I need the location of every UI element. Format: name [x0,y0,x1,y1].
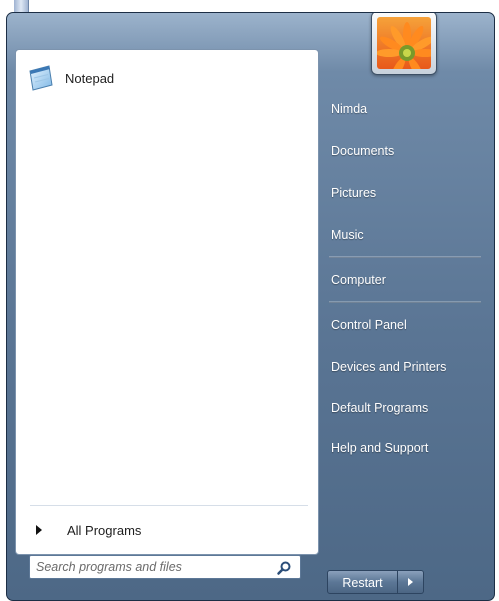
start-menu: Notepad All Programs Search programs and… [6,12,495,601]
programs-panel: Notepad All Programs [15,49,319,555]
notepad-icon [29,65,53,91]
places-panel: Nimda Documents Pictures Music Computer … [321,13,491,600]
pictures-link[interactable]: Pictures [329,179,481,207]
search-input[interactable] [36,558,264,576]
program-item-notepad[interactable]: Notepad [25,59,311,97]
places-divider [329,256,481,258]
all-programs-button[interactable]: All Programs [32,516,302,544]
shutdown-options-button[interactable] [398,570,424,594]
default-programs-link[interactable]: Default Programs [329,394,481,422]
search-icon[interactable] [276,560,292,576]
right-arrow-icon [36,525,42,535]
all-programs-divider [30,505,308,506]
help-and-support-link[interactable]: Help and Support [329,434,481,462]
places-divider [329,301,481,303]
all-programs-label: All Programs [67,522,142,538]
computer-link[interactable]: Computer [329,266,481,294]
music-link[interactable]: Music [329,221,481,249]
restart-button[interactable]: Restart [327,570,398,594]
control-panel-link[interactable]: Control Panel [329,311,481,339]
program-label: Notepad [65,70,115,86]
search-box[interactable] [29,555,301,579]
documents-link[interactable]: Documents [329,137,481,165]
devices-and-printers-link[interactable]: Devices and Printers [329,353,481,381]
user-folder-link[interactable]: Nimda [329,95,481,123]
right-arrow-icon [408,578,413,586]
